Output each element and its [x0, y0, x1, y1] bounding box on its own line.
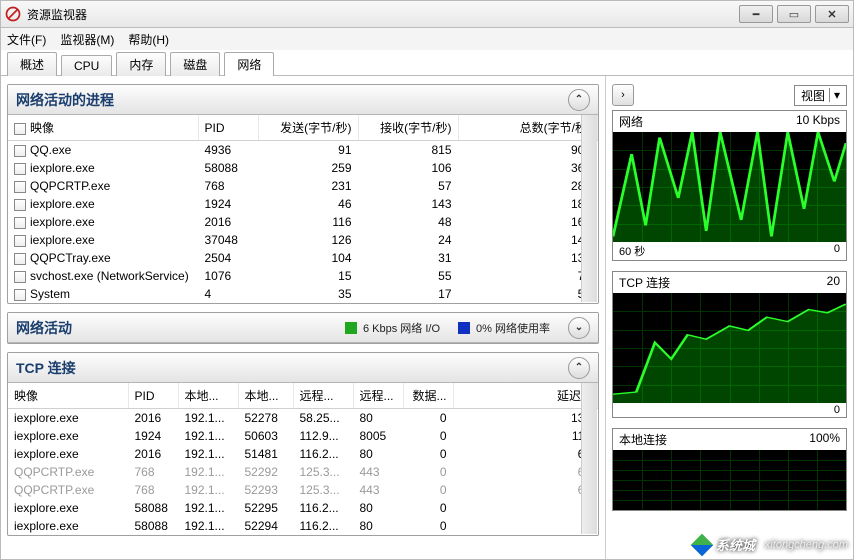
row-checkbox[interactable] [14, 217, 26, 229]
expand-toggle[interactable]: ⌄ [568, 317, 590, 339]
tab-overview[interactable]: 概述 [7, 52, 57, 76]
table-row[interactable]: iexplore.exe192446143189 [8, 195, 598, 213]
tcp-panel: TCP 连接 ⌃ 映像 PID 本地... 本地... 远程... 远程... … [7, 352, 599, 536]
table-row[interactable]: QQPCRTP.exe768192.1...52293125.3...44306… [8, 481, 598, 499]
io-swatch [345, 322, 357, 334]
view-dropdown[interactable]: 视图 ▾ [794, 85, 847, 106]
chart-local: 本地连接 100% [612, 428, 847, 511]
col-image[interactable]: 映像 [30, 121, 54, 135]
processes-table: 映像 PID 发送(字节/秒) 接收(字节/秒) 总数(字节/秒) QQ.exe… [8, 115, 598, 303]
tcp-title: TCP 连接 [16, 358, 76, 378]
chart-title: 本地连接 [619, 431, 667, 448]
tcp-table: 映像 PID 本地... 本地... 远程... 远程... 数据... 延迟.… [8, 383, 598, 535]
processes-title: 网络活动的进程 [16, 90, 114, 110]
tab-network[interactable]: 网络 [224, 52, 274, 76]
table-row[interactable]: svchost.exe (NetworkService)1076155570 [8, 267, 598, 285]
row-checkbox[interactable] [14, 271, 26, 283]
row-checkbox[interactable] [14, 145, 26, 157]
table-row[interactable]: iexplore.exe58088259106365 [8, 159, 598, 177]
table-row[interactable]: QQ.exe493691815906 [8, 141, 598, 160]
chart-title: TCP 连接 [619, 274, 670, 291]
header-checkbox[interactable] [14, 123, 26, 135]
table-row[interactable]: iexplore.exe58088192.1...52294116.2...80… [8, 517, 598, 535]
chart-network: 网络 10 Kbps 60 秒 0 [612, 110, 847, 261]
chart-zero: 0 [834, 404, 840, 416]
chart-tcp: TCP 连接 20 0 [612, 271, 847, 418]
table-row[interactable]: iexplore.exe201611648163 [8, 213, 598, 231]
table-row[interactable]: QQPCRTP.exe768192.1...52292125.3...44306… [8, 463, 598, 481]
col-recv[interactable]: 接收(字节/秒) [358, 115, 458, 141]
table-row[interactable]: iexplore.exe58088192.1...52295116.2...80… [8, 499, 598, 517]
table-row[interactable]: QQPCTray.exe250410431135 [8, 249, 598, 267]
col-image[interactable]: 映像 [8, 383, 128, 409]
tab-disk[interactable]: 磁盘 [170, 52, 220, 76]
menu-help[interactable]: 帮助(H) [128, 31, 169, 48]
scrollbar[interactable] [581, 115, 597, 302]
table-row[interactable]: iexplore.exe2016192.1...5227858.25...800… [8, 409, 598, 428]
menubar: 文件(F) 监视器(M) 帮助(H) [0, 28, 854, 50]
chart-scale: 20 [827, 274, 840, 291]
tab-memory[interactable]: 内存 [116, 52, 166, 76]
col-pid[interactable]: PID [198, 115, 258, 141]
minimize-button[interactable]: ━ [739, 5, 773, 23]
col-total[interactable]: 总数(字节/秒) [458, 115, 598, 141]
tabbar: 概述 CPU 内存 磁盘 网络 [0, 50, 854, 76]
col-pid[interactable]: PID [128, 383, 178, 409]
col-raddr[interactable]: 远程... [293, 383, 353, 409]
chart-scale: 10 Kbps [796, 113, 840, 130]
io-label: 6 Kbps 网络 I/O [363, 320, 440, 336]
close-button[interactable]: ✕ [815, 5, 849, 23]
activity-panel: 网络活动 6 Kbps 网络 I/O 0% 网络使用率 ⌄ [7, 312, 599, 344]
collapse-toggle[interactable]: ⌃ [568, 357, 590, 379]
chart-zero: 0 [834, 243, 840, 259]
row-checkbox[interactable] [14, 235, 26, 247]
row-checkbox[interactable] [14, 199, 26, 211]
maximize-button[interactable]: ▭ [777, 5, 811, 23]
table-row[interactable]: System4351752 [8, 285, 598, 303]
col-rport[interactable]: 远程... [353, 383, 403, 409]
table-row[interactable]: iexplore.exe1924192.1...50603112.9...800… [8, 427, 598, 445]
row-checkbox[interactable] [14, 253, 26, 265]
col-lport[interactable]: 本地... [238, 383, 293, 409]
chart-title: 网络 [619, 113, 643, 130]
menu-file[interactable]: 文件(F) [7, 31, 46, 48]
row-checkbox[interactable] [14, 181, 26, 193]
collapse-toggle[interactable]: ⌃ [568, 89, 590, 111]
chart-nav-button[interactable]: › [612, 84, 634, 106]
use-label: 0% 网络使用率 [476, 320, 550, 336]
titlebar: 资源监视器 ━ ▭ ✕ [0, 0, 854, 28]
window-title: 资源监视器 [27, 6, 739, 23]
table-row[interactable]: iexplore.exe2016192.1...51481116.2...800… [8, 445, 598, 463]
row-checkbox[interactable] [14, 163, 26, 175]
menu-monitor[interactable]: 监视器(M) [60, 31, 114, 48]
row-checkbox[interactable] [14, 289, 26, 301]
tab-cpu[interactable]: CPU [61, 55, 112, 76]
col-loss[interactable]: 数据... [403, 383, 453, 409]
table-row[interactable]: iexplore.exe3704812624149 [8, 231, 598, 249]
table-row[interactable]: QQPCRTP.exe76823157288 [8, 177, 598, 195]
scrollbar[interactable] [581, 383, 597, 534]
view-label: 视图 [801, 87, 825, 104]
chart-xlabel: 60 秒 [619, 243, 645, 259]
chevron-down-icon: ▾ [829, 88, 840, 102]
chart-scale: 100% [809, 431, 840, 448]
col-laddr[interactable]: 本地... [178, 383, 238, 409]
use-swatch [458, 322, 470, 334]
activity-title: 网络活动 [16, 318, 72, 338]
processes-panel: 网络活动的进程 ⌃ 映像 PID 发送(字节/秒) 接收(字节/秒) 总数(字节… [7, 84, 599, 304]
col-lat[interactable]: 延迟... [453, 383, 598, 409]
col-send[interactable]: 发送(字节/秒) [258, 115, 358, 141]
app-icon [5, 6, 21, 22]
